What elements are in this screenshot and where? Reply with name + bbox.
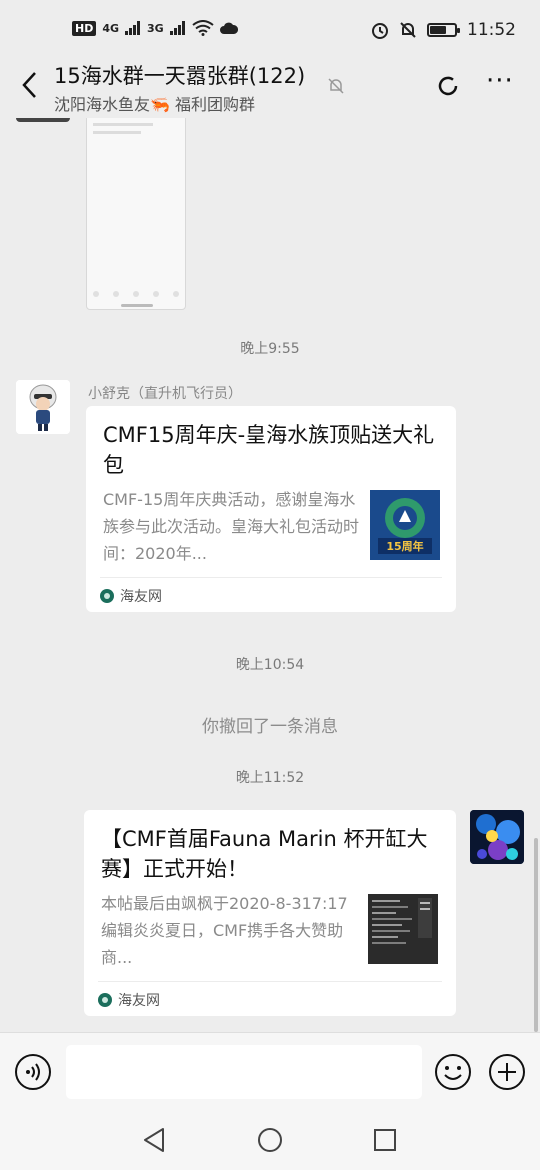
battery-icon <box>427 23 460 37</box>
card-description: CMF-15周年庆典活动，感谢皇海水族参与此次活动。皇海大礼包活动时间：2020… <box>103 490 360 563</box>
aquarium-avatar-image <box>470 810 524 864</box>
sender-avatar[interactable] <box>16 380 70 434</box>
signal-icon <box>125 21 141 35</box>
card-thumbnail <box>368 894 438 964</box>
voice-input-button[interactable] <box>14 1053 52 1091</box>
system-nav-bar <box>0 1112 540 1170</box>
emoji-button[interactable] <box>434 1053 472 1091</box>
recalled-message-notice: 你撤回了一条消息 <box>202 717 338 737</box>
refresh-button[interactable] <box>434 72 462 100</box>
source-name: 海友网 <box>118 993 160 1009</box>
previous-avatar[interactable] <box>16 118 70 122</box>
status-right: 11:52 <box>371 20 516 40</box>
chat-title: 15海水群一天嚣张群(122) <box>54 64 306 88</box>
4g-label: 4G <box>102 21 120 35</box>
card-description: 本帖最后由飒枫于2020-8-317:17编辑炎炎夏日，CMF携手各大赞助商..… <box>101 894 348 967</box>
alarm-icon <box>372 23 388 39</box>
card-title: CMF15周年庆-皇海水族顶贴送大礼包 <box>103 423 435 477</box>
nav-home-icon[interactable] <box>256 1126 284 1154</box>
timestamp: 晚上9:55 <box>240 341 300 357</box>
source-name: 海友网 <box>120 589 162 605</box>
chat-header: 15海水群一天嚣张群(122) 沈阳海水鱼友🦐 福利团购群 ··· <box>0 50 540 118</box>
signal-icon <box>169 21 185 35</box>
cloud-icon <box>219 22 238 34</box>
card-divider <box>100 577 442 578</box>
chat-area[interactable]: 晚上9:55 小舒克（直升机飞行员） CMF15周年庆-皇海水族顶贴送大礼包 C… <box>0 118 540 1032</box>
message-input[interactable] <box>66 1045 422 1099</box>
input-bar <box>0 1032 540 1112</box>
sender-name: 小舒克（直升机飞行员） <box>88 386 242 402</box>
nav-back-icon[interactable] <box>141 1126 169 1154</box>
chevron-left-icon <box>22 72 36 98</box>
wifi-icon <box>192 20 214 36</box>
scrollbar[interactable] <box>534 838 538 1032</box>
hd-label: HD <box>72 20 97 36</box>
link-card[interactable]: 【CMF首届Fauna Marin 杯开缸大赛】正式开始！ 本帖最后由飒枫于20… <box>84 810 456 1016</box>
previous-image-message[interactable] <box>86 118 186 310</box>
mute-bell-icon <box>328 78 344 94</box>
chat-subtitle: 沈阳海水鱼友🦐 福利团购群 <box>54 95 256 114</box>
silent-icon <box>400 22 416 38</box>
card-divider <box>98 981 442 982</box>
card-source: 海友网 <box>98 990 160 1010</box>
card-source: 海友网 <box>100 586 162 606</box>
link-card[interactable]: CMF15周年庆-皇海水族顶贴送大礼包 CMF-15周年庆典活动，感谢皇海水族参… <box>86 406 456 612</box>
status-time: 11:52 <box>467 20 516 40</box>
more-button[interactable]: ··· <box>486 68 514 94</box>
pilot-avatar-image <box>16 380 70 434</box>
thumb-text: 15周年 <box>386 539 423 553</box>
timestamp: 晚上11:52 <box>235 770 305 786</box>
more-functions-button[interactable] <box>488 1053 526 1091</box>
card-title: 【CMF首届Fauna Marin 杯开缸大赛】正式开始！ <box>101 827 428 881</box>
my-avatar[interactable] <box>470 810 524 864</box>
anniversary-logo: 15周年 <box>370 490 440 560</box>
source-logo-icon <box>98 993 112 1007</box>
status-left: HD 4G 3G <box>72 20 238 36</box>
timestamp: 晚上10:54 <box>235 657 305 673</box>
3g-label: 3G <box>147 21 164 35</box>
forum-screenshot-image <box>368 894 438 964</box>
card-thumbnail: 15周年 <box>370 490 440 560</box>
nav-recent-apps-icon[interactable] <box>371 1126 399 1154</box>
back-button[interactable] <box>12 68 46 102</box>
source-logo-icon <box>100 589 114 603</box>
